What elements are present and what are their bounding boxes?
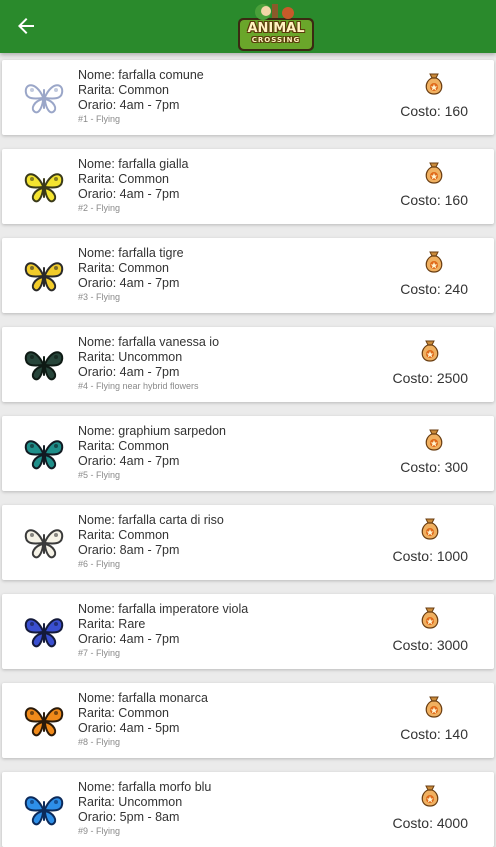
bells-bag-icon <box>419 517 441 541</box>
critter-hours: Orario: 8am - 7pm <box>78 543 180 557</box>
critter-location: #3 - Flying <box>78 292 121 302</box>
critter-name: Nome: farfalla monarca <box>78 691 208 705</box>
critter-card[interactable]: Nome: graphium sarpedon Rarita: Common Ora… <box>2 416 494 491</box>
critter-rarity: Rarita: Rare <box>78 617 146 631</box>
critter-hours: Orario: 4am - 7pm <box>78 454 180 468</box>
critter-name: Nome: farfalla tigre <box>78 246 184 260</box>
critter-info: Nome: farfalla vanessa io Rarita: Uncommo… <box>78 335 219 392</box>
butterfly-icon <box>22 435 66 473</box>
critter-location: #2 - Flying <box>78 203 121 213</box>
critter-rarity: Rarita: Common <box>78 261 169 275</box>
critter-info: Nome: farfalla gialla Rarita: Common Orari… <box>78 157 188 214</box>
price-block: Costo: 160 <box>348 157 468 217</box>
bells-bag-icon <box>423 250 445 274</box>
critter-info: Nome: farfalla carta di riso Rarita: Comm… <box>78 513 224 570</box>
critter-price: Costo: 2500 <box>392 370 469 386</box>
critter-name: Nome: farfalla gialla <box>78 157 189 171</box>
critter-hours: Orario: 4am - 7pm <box>78 98 180 112</box>
critter-location: #9 - Flying <box>78 826 121 836</box>
price-block: Costo: 2500 <box>348 335 468 395</box>
critter-card[interactable]: Nome: farfalla gialla Rarita: Common Orari… <box>2 149 494 224</box>
critter-location: #6 - Flying <box>78 559 121 569</box>
critter-card[interactable]: Nome: farfalla tigre Rarita: Common Orario… <box>2 238 494 313</box>
butterfly-icon <box>22 524 66 562</box>
critter-location: #4 - Flying near hybrid flowers <box>78 381 199 391</box>
critter-rarity: Rarita: Common <box>78 439 169 453</box>
critter-card[interactable]: Nome: farfalla comune Rarita: Common Orari… <box>2 60 494 135</box>
critter-hours: Orario: 4am - 7pm <box>78 365 180 379</box>
critter-price: Costo: 4000 <box>392 815 469 831</box>
price-block: Costo: 160 <box>348 68 468 128</box>
critter-price: Costo: 3000 <box>392 637 469 653</box>
butterfly-icon <box>22 791 66 829</box>
critter-info: Nome: farfalla imperatore viola Rarita: R… <box>78 602 248 659</box>
bells-bag-icon <box>419 606 441 630</box>
critter-price: Costo: 160 <box>400 103 468 119</box>
bells-bag-icon <box>419 784 441 808</box>
critter-info: Nome: graphium sarpedon Rarita: Common Ora… <box>78 424 226 481</box>
critter-name: Nome: farfalla comune <box>78 68 204 82</box>
bells-bag-icon <box>423 695 445 719</box>
butterfly-icon <box>22 346 66 384</box>
price-block: Costo: 140 <box>348 691 468 751</box>
critter-location: #1 - Flying <box>78 114 121 124</box>
critter-rarity: Rarita: Common <box>78 172 169 186</box>
critter-hours: Orario: 4am - 7pm <box>78 187 180 201</box>
critter-hours: Orario: 4am - 7pm <box>78 632 180 646</box>
critter-card[interactable]: Nome: farfalla carta di riso Rarita: Comm… <box>2 505 494 580</box>
logo-title: ANIMAL <box>247 21 305 36</box>
critter-price: Costo: 160 <box>400 192 468 208</box>
bells-bag-icon <box>419 339 441 363</box>
price-block: Costo: 3000 <box>348 602 468 662</box>
critter-info: Nome: farfalla morfo blu Rarita: Uncommon… <box>78 780 211 837</box>
price-block: Costo: 1000 <box>348 513 468 573</box>
critter-location: #8 - Flying <box>78 737 121 747</box>
bells-bag-icon <box>423 72 445 96</box>
logo-subtitle: CROSSING <box>251 36 301 44</box>
app-logo: ANIMAL CROSSING <box>236 0 316 52</box>
critter-card[interactable]: Nome: farfalla morfo blu Rarita: Uncommon… <box>2 772 494 847</box>
critter-name: Nome: farfalla carta di riso <box>78 513 224 527</box>
critter-rarity: Rarita: Common <box>78 706 169 720</box>
critter-rarity: Rarita: Common <box>78 528 169 542</box>
critter-price: Costo: 300 <box>400 459 468 475</box>
critter-hours: Orario: 4am - 5pm <box>78 721 180 735</box>
bells-bag-icon <box>423 161 445 185</box>
butterfly-icon <box>22 702 66 740</box>
critter-hours: Orario: 5pm - 8am <box>78 810 180 824</box>
price-block: Costo: 240 <box>348 246 468 306</box>
critter-card[interactable]: Nome: farfalla imperatore viola Rarita: R… <box>2 594 494 669</box>
critter-rarity: Rarita: Uncommon <box>78 350 183 364</box>
critter-info: Nome: farfalla tigre Rarita: Common Orario… <box>78 246 184 303</box>
butterfly-icon <box>22 613 66 651</box>
critter-price: Costo: 140 <box>400 726 468 742</box>
critter-name: Nome: farfalla vanessa io <box>78 335 220 349</box>
critter-card[interactable]: Nome: farfalla vanessa io Rarita: Uncommo… <box>2 327 494 402</box>
arrow-back-icon <box>18 18 34 34</box>
critter-location: #7 - Flying <box>78 648 121 658</box>
critter-location: #5 - Flying <box>78 470 121 480</box>
butterfly-icon <box>22 79 66 117</box>
app-bar: ANIMAL CROSSING <box>0 0 496 53</box>
critter-hours: Orario: 4am - 7pm <box>78 276 180 290</box>
critter-rarity: Rarita: Uncommon <box>78 795 183 809</box>
critter-name: Nome: graphium sarpedon <box>78 424 226 438</box>
critter-card[interactable]: Nome: farfalla monarca Rarita: Common Orar… <box>2 683 494 758</box>
back-button[interactable] <box>12 12 40 40</box>
critter-price: Costo: 1000 <box>392 548 469 564</box>
critter-rarity: Rarita: Common <box>78 83 169 97</box>
butterfly-icon <box>22 168 66 206</box>
bells-bag-icon <box>423 428 445 452</box>
critter-price: Costo: 240 <box>400 281 468 297</box>
critter-name: Nome: farfalla morfo blu <box>78 780 212 794</box>
price-block: Costo: 4000 <box>348 780 468 840</box>
price-block: Costo: 300 <box>348 424 468 484</box>
critter-info: Nome: farfalla comune Rarita: Common Orari… <box>78 68 204 125</box>
critter-name: Nome: farfalla imperatore viola <box>78 602 249 616</box>
critter-info: Nome: farfalla monarca Rarita: Common Orar… <box>78 691 208 748</box>
butterfly-icon <box>22 257 66 295</box>
